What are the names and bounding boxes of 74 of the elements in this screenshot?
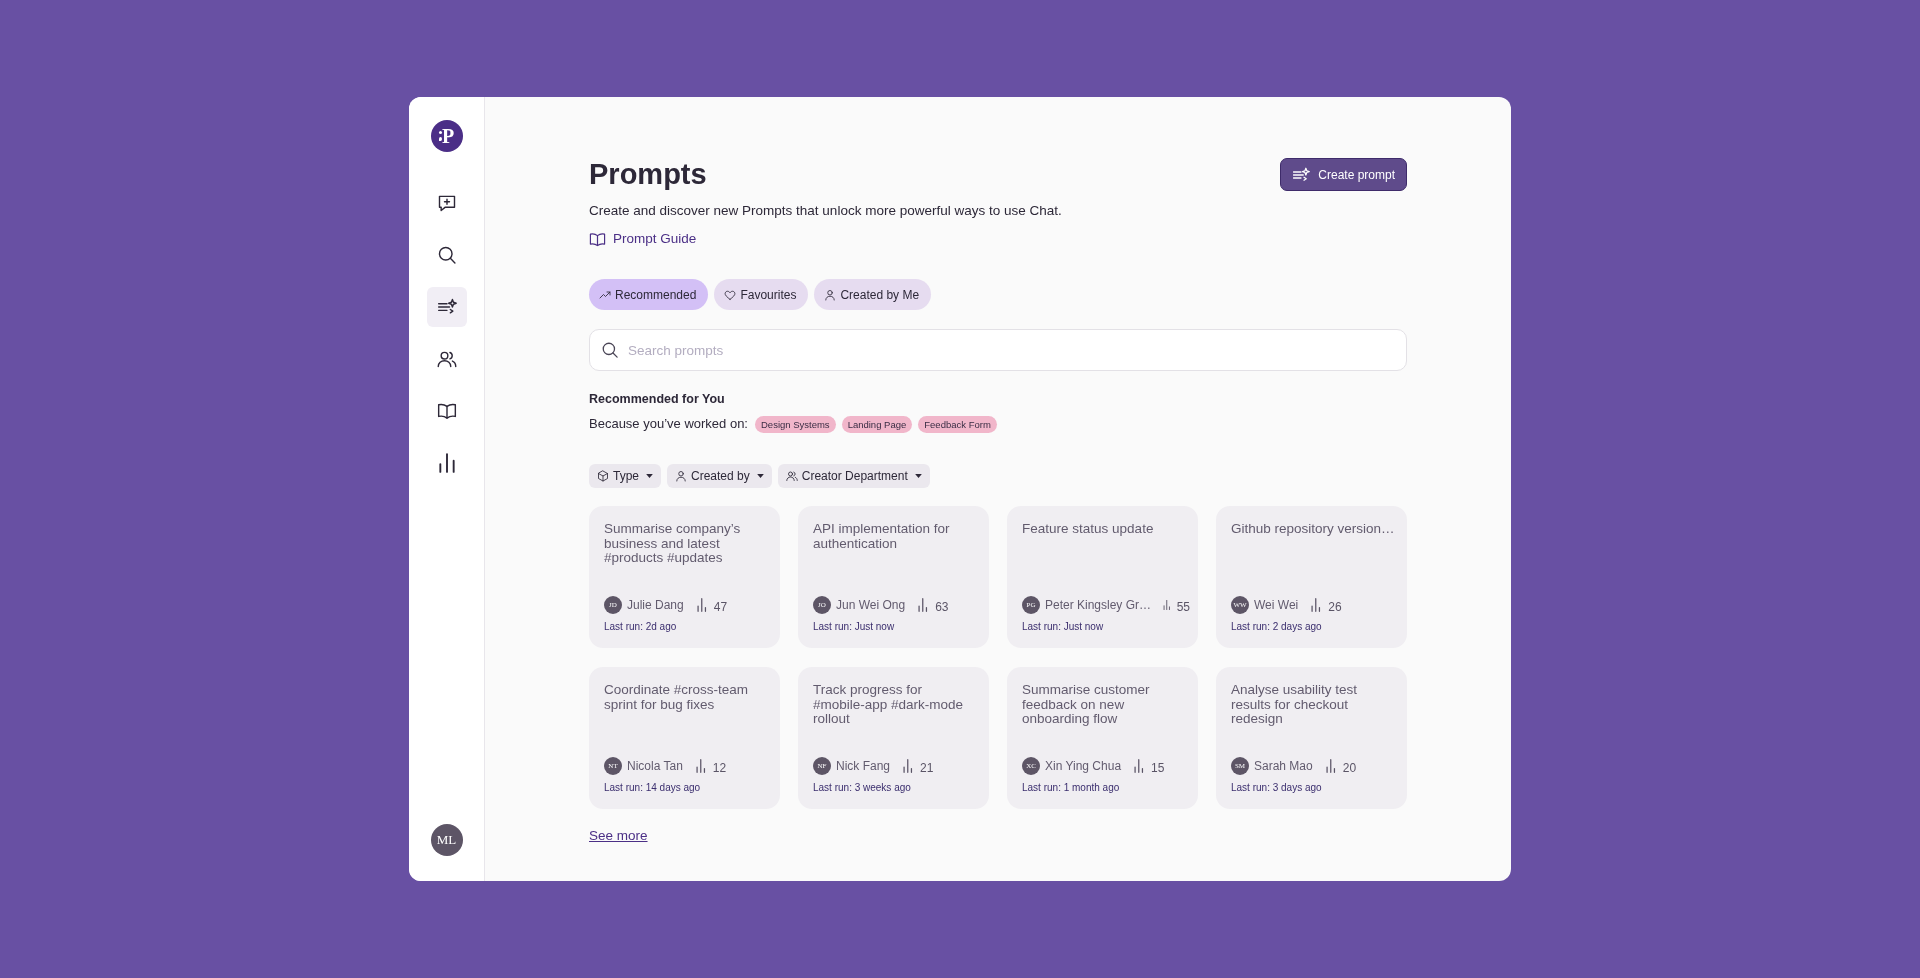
run-count: 15 (1151, 759, 1165, 777)
filter-tab[interactable]: Created by Me (814, 279, 932, 310)
lines-sparkle-icon (1292, 165, 1311, 184)
filter-dropdown[interactable]: Created by (667, 464, 772, 488)
topic-tag: Feedback Form (918, 415, 997, 433)
book-icon (589, 230, 606, 248)
card-title: Feature status update (1022, 522, 1155, 537)
recommendation-reason: Because you’ve worked on: (589, 415, 748, 434)
bar-chart-icon (1163, 598, 1172, 612)
last-run: Last run: 2 days ago (1231, 620, 1323, 634)
person-icon (824, 288, 837, 301)
bar-chart-icon (694, 759, 708, 773)
author-name: Xin Ying Chua (1045, 758, 1122, 775)
search-field[interactable]: Search prompts (589, 329, 1407, 371)
page-title: Prompts (589, 157, 707, 192)
last-run: Last run: 2d ago (604, 620, 678, 634)
bar-chart-icon (695, 598, 709, 612)
last-run: Last run: 14 days ago (604, 781, 702, 795)
sidebar-item[interactable] (426, 287, 467, 327)
filter-dropdown[interactable]: Creator Department (777, 464, 930, 488)
author-name: Peter Kingsley Gr… (1045, 597, 1152, 614)
search-icon (601, 341, 619, 359)
search-icon (436, 245, 457, 265)
last-run: Last run: 3 days ago (1231, 781, 1323, 795)
author-name: Nicola Tan (627, 758, 683, 775)
page-description: Create and discover new Prompts that unlock more powerful ways to use Chat. (589, 202, 1062, 220)
run-count: 20 (1342, 759, 1357, 777)
run-count: 63 (935, 598, 949, 616)
author-name: Sarah Mao (1254, 758, 1313, 775)
run-count: 55 (1176, 598, 1190, 616)
filter-tab[interactable]: Favourites (714, 279, 809, 310)
last-run: Last run: 1 month ago (1022, 781, 1121, 795)
author-name: Nick Fang (836, 758, 891, 775)
last-run: Last run: Just now (1022, 620, 1105, 634)
lines-sparkle-icon (436, 297, 457, 317)
people-icon (785, 470, 798, 482)
section-heading: Recommended for You (589, 391, 725, 408)
run-count: 26 (1328, 598, 1342, 616)
book-icon (436, 401, 457, 421)
last-run: Last run: Just now (813, 620, 896, 634)
person-icon (675, 470, 687, 482)
bar-chart-icon (436, 453, 457, 473)
guide-link[interactable]: Prompt Guide (589, 228, 697, 250)
heart-icon (724, 288, 737, 301)
trend-up-icon (599, 288, 611, 301)
run-count: 12 (712, 759, 727, 777)
card-title: Github repository version… (1231, 522, 1396, 537)
card-title: Summarise company’s business and latest #products #updates (604, 522, 742, 566)
filter-tab[interactable]: Recommended (589, 279, 709, 310)
create-prompt-button[interactable]: Create prompt (1280, 158, 1407, 191)
topic-tag: Design Systems (755, 415, 836, 433)
user-avatar[interactable]: ML (430, 824, 463, 856)
run-count: 21 (920, 759, 934, 777)
author-name: Jun Wei Ong (836, 597, 906, 614)
filter-dropdown[interactable]: Type (589, 464, 661, 488)
people-icon (436, 349, 457, 369)
cube-icon (597, 470, 609, 482)
author-name: Julie Dang (627, 597, 684, 614)
author-name: Wei Wei (1254, 597, 1299, 614)
chat-plus-icon (436, 193, 457, 213)
caret-icon (756, 474, 764, 478)
card-title: Analyse usability test results for checkout redesign (1231, 683, 1359, 727)
topic-tag: Landing Page (841, 415, 913, 433)
caret-icon (646, 474, 653, 478)
run-count: 47 (713, 598, 728, 616)
card-title: API implementation for authentication (813, 522, 951, 551)
card-title: Track progress for #mobile-app #dark-mode rollout (813, 683, 965, 727)
card-title: Summarise customer feedback on new onboarding flow (1022, 683, 1151, 727)
see-more-link[interactable]: See more (589, 826, 648, 846)
last-run: Last run: 3 weeks ago (813, 781, 912, 795)
card-title: Coordinate #cross-team sprint for bug fixes (604, 683, 750, 712)
logo: P (430, 120, 463, 152)
caret-icon (914, 474, 922, 478)
bar-chart-icon (1324, 759, 1338, 773)
